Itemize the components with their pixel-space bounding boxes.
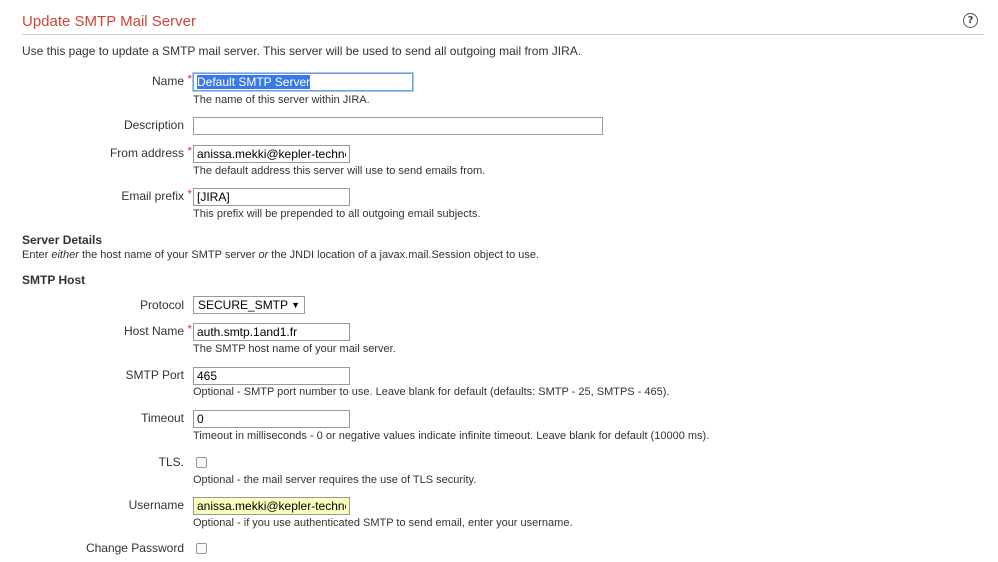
protocol-select[interactable]: SECURE_SMTP ▼ — [193, 296, 305, 314]
timeout-label: Timeout — [141, 411, 184, 425]
server-details-heading: Server Details — [22, 233, 103, 247]
username-hint: Optional - if you use authenticated SMTP… — [193, 517, 573, 529]
username-label: Username — [128, 498, 184, 512]
from-address-required-marker: * — [187, 144, 192, 158]
description-label: Description — [123, 118, 184, 132]
page-intro: Use this page to update a SMTP mail serv… — [22, 44, 582, 58]
name-label: Name — [151, 74, 184, 88]
title-divider — [22, 34, 984, 35]
tls-label: TLS. — [158, 455, 184, 469]
tls-checkbox[interactable] — [196, 457, 207, 468]
description-input[interactable] — [193, 117, 603, 135]
change-password-checkbox[interactable] — [196, 543, 207, 554]
smtp-port-hint: Optional - SMTP port number to use. Leav… — [193, 386, 670, 398]
from-address-hint: The default address this server will use… — [193, 165, 486, 177]
timeout-hint: Timeout in milliseconds - 0 or negative … — [193, 430, 710, 442]
smtp-port-input[interactable] — [193, 367, 350, 385]
host-name-input[interactable] — [193, 323, 350, 341]
name-required-marker: * — [187, 72, 192, 86]
tls-hint: Optional - the mail server requires the … — [193, 474, 477, 486]
chevron-down-icon: ▼ — [291, 300, 300, 310]
protocol-selected-value: SECURE_SMTP — [198, 298, 289, 312]
smtp-host-heading: SMTP Host — [22, 273, 86, 287]
email-prefix-label: Email prefix — [121, 189, 184, 203]
email-prefix-required-marker: * — [187, 187, 192, 201]
from-address-input[interactable] — [193, 145, 350, 163]
smtp-port-label: SMTP Port — [125, 368, 184, 382]
timeout-input[interactable] — [193, 410, 350, 428]
help-icon[interactable]: ? — [963, 13, 978, 28]
email-prefix-input[interactable] — [193, 188, 350, 206]
name-hint: The name of this server within JIRA. — [193, 94, 370, 106]
email-prefix-hint: This prefix will be prepended to all out… — [193, 208, 481, 220]
host-name-label: Host Name — [123, 324, 184, 338]
protocol-label: Protocol — [139, 298, 184, 312]
name-input[interactable]: Default SMTP Server — [193, 73, 413, 91]
page-title: Update SMTP Mail Server — [22, 13, 196, 30]
name-input-value: Default SMTP Server — [197, 75, 311, 89]
host-name-hint: The SMTP host name of your mail server. — [193, 343, 396, 355]
change-password-label: Change Password — [85, 541, 184, 555]
from-address-label: From address — [109, 146, 184, 160]
server-details-description: Enter either the host name of your SMTP … — [22, 249, 540, 261]
host-name-required-marker: * — [187, 322, 192, 336]
username-input[interactable] — [193, 497, 350, 515]
